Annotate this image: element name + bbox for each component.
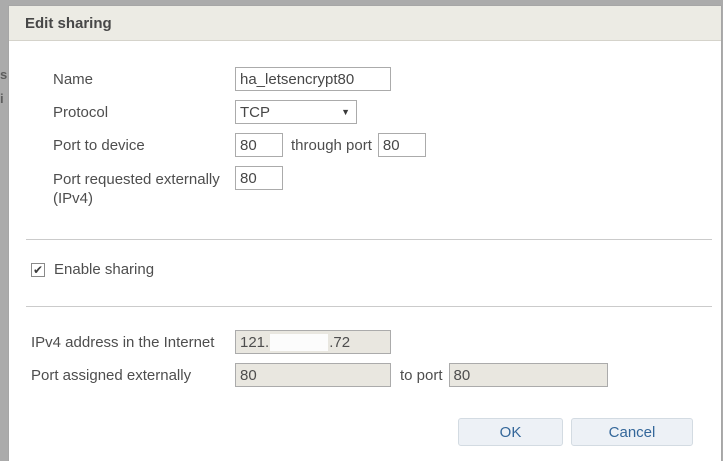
ipv4-address-suffix: .72 xyxy=(329,333,351,351)
port-to-device-row: Port to device through port xyxy=(53,133,721,157)
ipv4-address-field: 121. .72 xyxy=(235,330,391,354)
to-port-label: to port xyxy=(400,366,443,384)
ipv4-address-label: IPv4 address in the Internet xyxy=(31,333,215,351)
name-row: Name xyxy=(53,67,721,91)
name-input[interactable] xyxy=(235,67,391,91)
divider xyxy=(26,239,712,240)
background-text-fragment: s xyxy=(0,67,8,82)
dialog-body: Name Protocol TCP ▼ Port to device throu… xyxy=(9,41,721,446)
dialog-titlebar: Edit sharing xyxy=(9,6,721,41)
background-text-fragment: i xyxy=(0,91,4,106)
through-port-input[interactable] xyxy=(377,133,426,157)
chevron-down-icon: ▼ xyxy=(341,106,350,117)
protocol-selected-value: TCP xyxy=(240,103,270,121)
port-to-device-input[interactable] xyxy=(235,133,283,157)
ipv4-address-row: IPv4 address in the Internet 121. .72 xyxy=(31,330,721,354)
edit-sharing-dialog: Edit sharing Name Protocol TCP ▼ Port to… xyxy=(8,5,722,461)
redacted-ip-segment xyxy=(270,333,329,351)
port-requested-label-line2: (IPv4) xyxy=(53,190,94,207)
dialog-buttons: OK Cancel xyxy=(9,418,721,446)
port-requested-row: Port requested externally (IPv4) xyxy=(53,166,721,208)
port-assigned-field: 80 xyxy=(235,363,391,387)
protocol-label: Protocol xyxy=(53,103,109,121)
check-icon: ✔ xyxy=(32,262,44,277)
sharing-settings-section: Name Protocol TCP ▼ Port to device throu… xyxy=(9,67,721,208)
port-requested-input[interactable] xyxy=(235,166,283,190)
to-port-field: 80 xyxy=(448,363,608,387)
port-assigned-label: Port assigned externally xyxy=(31,366,192,384)
protocol-select[interactable]: TCP ▼ xyxy=(235,100,357,124)
enable-sharing-row: ✔ Enable sharing xyxy=(9,261,721,278)
enable-sharing-label: Enable sharing xyxy=(54,261,155,278)
port-to-device-label: Port to device xyxy=(53,136,145,154)
ok-button[interactable]: OK xyxy=(458,418,563,446)
external-info-section: IPv4 address in the Internet 121. .72 Po… xyxy=(9,330,721,387)
cancel-button[interactable]: Cancel xyxy=(571,418,693,446)
divider xyxy=(26,306,712,307)
protocol-row: Protocol TCP ▼ xyxy=(53,100,721,124)
port-requested-label: Port requested externally (IPv4) xyxy=(53,166,235,208)
enable-sharing-checkbox[interactable]: ✔ xyxy=(31,262,45,277)
dialog-title: Edit sharing xyxy=(25,14,112,32)
port-requested-label-line1: Port requested externally xyxy=(53,171,220,188)
port-assigned-row: Port assigned externally 80 to port 80 xyxy=(31,363,721,387)
through-port-label: through port xyxy=(291,136,372,154)
ipv4-address-prefix: 121. xyxy=(240,333,270,351)
name-label: Name xyxy=(53,70,94,88)
